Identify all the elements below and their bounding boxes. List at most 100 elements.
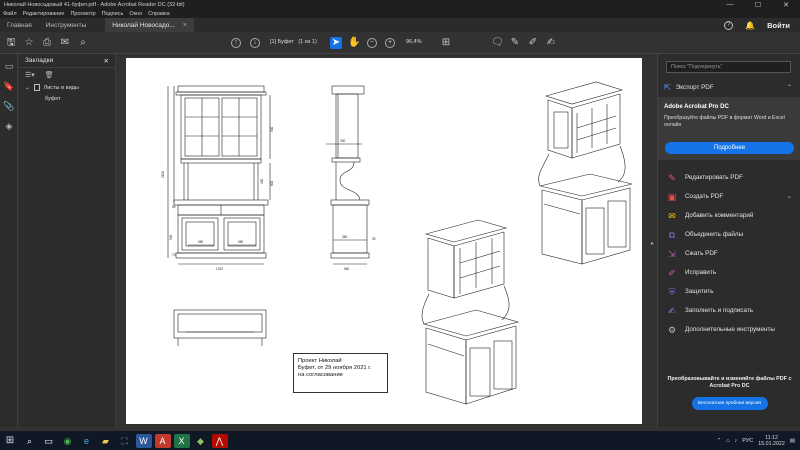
- chrome-icon[interactable]: ◉: [60, 434, 76, 448]
- comment-tool-icon[interactable]: 🗨: [491, 37, 504, 49]
- zoom-out-icon[interactable]: −: [367, 38, 377, 48]
- network-icon[interactable]: ⌂: [726, 438, 729, 444]
- bookmark-item[interactable]: ⌄ Листы и виды: [19, 82, 115, 93]
- bookmarks-tools: ☰▾ 🗑: [19, 68, 115, 82]
- bookmarks-icon[interactable]: 🔖: [3, 80, 15, 92]
- window-title: Николай Новосадовый 41-буфет.pdf - Adobe…: [4, 1, 185, 8]
- tool-item[interactable]: ⚙ Дополнительные инструменты: [658, 320, 800, 339]
- zoom-level[interactable]: 96,4%: [406, 39, 422, 45]
- tool-item[interactable]: ✉ Добавить комментарий: [658, 206, 800, 225]
- tab-home[interactable]: Главная: [0, 18, 39, 32]
- maximize-button[interactable]: ☐: [744, 1, 772, 9]
- tool-label: Объединить файлы: [685, 231, 744, 238]
- promo-title: Adobe Acrobat Pro DC: [664, 104, 729, 110]
- volume-icon[interactable]: ♪: [735, 438, 738, 444]
- document-area[interactable]: 2100 1220 550 550 900 600 540 330 360 56…: [117, 54, 655, 427]
- page-up-icon[interactable]: ↑: [231, 38, 241, 48]
- input-language[interactable]: РУС: [742, 438, 753, 444]
- email-icon[interactable]: ✉: [59, 37, 71, 49]
- app-icon[interactable]: ◆: [193, 434, 209, 448]
- menu-sign[interactable]: Подпись: [102, 11, 124, 17]
- select-tool-icon[interactable]: ➤: [330, 37, 342, 49]
- acrobat-icon[interactable]: ⋀: [211, 433, 228, 448]
- tool-label: Заполнить и подписать: [685, 307, 753, 314]
- tool-label: Сжать PDF: [685, 250, 718, 257]
- tab-document[interactable]: Николай Новосадо... ×: [105, 18, 194, 32]
- notifications-center-icon[interactable]: ▤: [790, 438, 795, 444]
- file-explorer-icon[interactable]: ▰: [98, 434, 114, 448]
- menu-view[interactable]: Просмотр: [70, 11, 95, 17]
- bookmarks-title: Закладки: [25, 57, 54, 64]
- bottom-promo: Преобразовывайте и изменяйте файлы PDF с…: [658, 376, 800, 410]
- main-toolbar: 🖫 ☆ ⎙ ✉ ⌕ ↑ ↓ [1] Буфет (1 из 1) ➤ ✋ − +…: [0, 32, 800, 54]
- menu-window[interactable]: Окно: [129, 11, 142, 17]
- menu-help[interactable]: Справка: [148, 11, 170, 17]
- print-icon[interactable]: ⎙: [41, 37, 53, 49]
- task-view-icon[interactable]: ▭: [41, 434, 57, 448]
- help-icon[interactable]: ?: [724, 20, 734, 30]
- dim-bottom-depth: 360: [342, 235, 348, 239]
- tool-item[interactable]: ✎ Редактировать PDF: [658, 168, 800, 187]
- bookmark-icon: [33, 84, 40, 91]
- notifications-icon[interactable]: 🔔: [745, 21, 755, 30]
- zoom-in-icon[interactable]: +: [385, 38, 395, 48]
- save-icon[interactable]: 🖫: [5, 37, 17, 49]
- clock[interactable]: 11:12 15.01.2022: [758, 435, 785, 447]
- layers-icon[interactable]: ◈: [3, 120, 15, 132]
- dim-plinth: 70: [172, 253, 176, 257]
- tools-search-input[interactable]: Поиск "Подчеркнуть": [666, 61, 791, 73]
- free-trial-button[interactable]: Бесплатная пробная версия: [691, 397, 768, 410]
- tool-item[interactable]: ⧉ Объединить файлы: [658, 225, 800, 244]
- window-titlebar: Николай Новосадовый 41-буфет.pdf - Adobe…: [0, 0, 800, 9]
- system-tray: ⌃ ⌂ ♪ РУС 11:12 15.01.2022 ▤: [717, 435, 800, 447]
- chevron-down-icon[interactable]: ⌄: [25, 85, 30, 91]
- close-tab-icon[interactable]: ×: [183, 22, 187, 29]
- export-pdf-icon: ⇱: [664, 82, 671, 92]
- minimize-button[interactable]: —: [716, 1, 744, 9]
- attachments-icon[interactable]: 📎: [3, 100, 15, 112]
- page-thumbnails-icon[interactable]: ▭: [3, 60, 15, 72]
- windows-start-icon[interactable]: ⊞: [0, 431, 20, 450]
- caption-line: Проект Николай: [298, 358, 342, 364]
- tray-chevron-icon[interactable]: ⌃: [717, 438, 722, 444]
- tool-item[interactable]: ▣ Создать PDF ⌄: [658, 187, 800, 206]
- menu-file[interactable]: Файл: [3, 11, 17, 17]
- collapse-right-panel-icon[interactable]: ▸: [651, 240, 654, 247]
- page-number[interactable]: [1] Буфет: [270, 39, 294, 45]
- chevron-down-icon[interactable]: ⌄: [787, 193, 792, 200]
- tool-item[interactable]: ✐ Исправить: [658, 263, 800, 282]
- chevron-up-icon[interactable]: ⌃: [787, 84, 792, 91]
- highlight-tool-icon[interactable]: ✎: [509, 37, 521, 49]
- page-indicator[interactable]: [1] Буфет (1 из 1): [270, 39, 317, 45]
- close-window-button[interactable]: ✕: [772, 1, 800, 9]
- dim-lower-height: 540: [169, 234, 173, 240]
- bookmark-options-icon[interactable]: ☰▾: [25, 71, 35, 79]
- store-icon[interactable]: ⛶: [117, 434, 133, 448]
- bookmark-star-icon[interactable]: ☆: [23, 37, 35, 49]
- access-icon[interactable]: A: [154, 433, 171, 448]
- search-icon[interactable]: ⌕: [22, 434, 38, 448]
- search-icon[interactable]: ⌕: [77, 37, 89, 49]
- export-pdf-row[interactable]: ⇱ Экспорт PDF ⌃: [664, 81, 796, 93]
- hand-tool-icon[interactable]: ✋: [348, 37, 360, 49]
- close-panel-icon[interactable]: ✕: [104, 57, 109, 65]
- page-down-icon[interactable]: ↓: [250, 38, 260, 48]
- menu-edit[interactable]: Редактирование: [23, 11, 65, 17]
- edge-icon[interactable]: e: [79, 434, 95, 448]
- tool-item[interactable]: ⇲ Сжать PDF: [658, 244, 800, 263]
- delete-bookmark-icon[interactable]: 🗑: [45, 71, 54, 79]
- draw-tool-icon[interactable]: ✐: [527, 37, 539, 49]
- tool-label: Дополнительные инструменты: [685, 326, 775, 333]
- word-icon[interactable]: W: [135, 433, 152, 448]
- tool-item[interactable]: ⛨ Защитить: [658, 282, 800, 301]
- tool-item[interactable]: ✍ Заполнить и подписать: [658, 301, 800, 320]
- bookmark-item[interactable]: буфет: [19, 93, 115, 104]
- dim-drawer-2: 550: [238, 240, 244, 244]
- sign-tool-icon[interactable]: ✍: [545, 37, 557, 49]
- signin-button[interactable]: Войти: [767, 21, 790, 30]
- fit-page-icon[interactable]: ⊞: [440, 37, 452, 49]
- tab-tools[interactable]: Инструменты: [39, 18, 94, 32]
- learn-more-button[interactable]: Подробнее: [665, 142, 794, 154]
- more-tools-icon: ⚙: [667, 324, 677, 335]
- excel-icon[interactable]: X: [173, 433, 190, 448]
